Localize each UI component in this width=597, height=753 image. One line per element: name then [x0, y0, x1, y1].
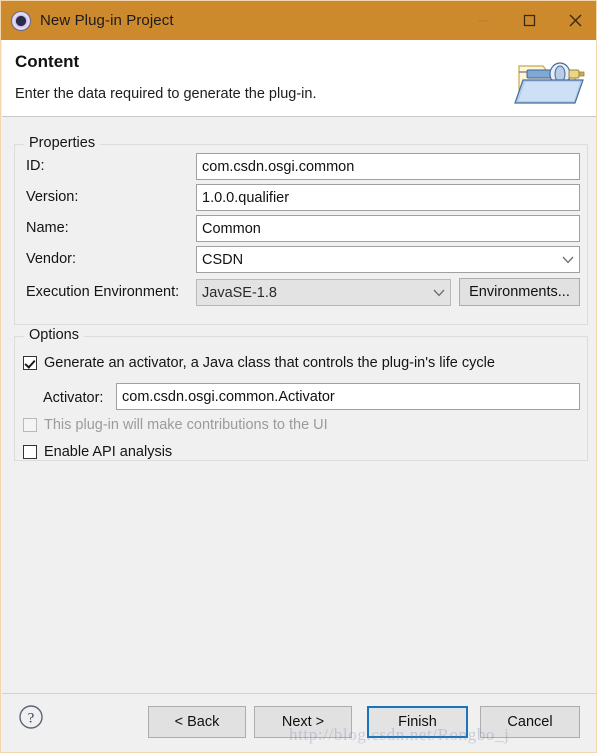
- window-title: New Plug-in Project: [40, 12, 174, 29]
- window-controls: [460, 1, 596, 40]
- chevron-down-icon: [428, 289, 450, 297]
- name-input[interactable]: [196, 215, 580, 242]
- options-group-label: Options: [24, 327, 84, 343]
- dialog-footer: ? < Back Next > Finish Cancel: [2, 693, 596, 752]
- ui-contributions-label: This plug-in will make contributions to …: [44, 417, 328, 433]
- title-bar: New Plug-in Project: [1, 1, 596, 40]
- next-button[interactable]: Next >: [254, 706, 352, 738]
- name-label: Name:: [26, 220, 69, 236]
- ui-contributions-checkbox: [23, 418, 37, 432]
- new-plugin-project-dialog: New Plug-in Project Content Enter the da…: [0, 0, 597, 753]
- finish-button[interactable]: Finish: [367, 706, 468, 738]
- help-question-icon[interactable]: ?: [18, 704, 44, 730]
- vendor-combo[interactable]: CSDN: [196, 246, 580, 273]
- svg-text:?: ?: [28, 711, 35, 727]
- page-title: Content: [15, 52, 80, 71]
- id-label: ID:: [26, 158, 45, 174]
- close-icon: [569, 14, 581, 27]
- maximize-button[interactable]: [506, 1, 552, 40]
- maximize-icon: [523, 14, 535, 27]
- activator-input[interactable]: [116, 383, 580, 410]
- properties-group-label: Properties: [24, 135, 101, 151]
- page-subtitle: Enter the data required to generate the …: [15, 86, 317, 102]
- execution-environment-combo[interactable]: JavaSE-1.8: [196, 279, 451, 306]
- execution-environment-value: JavaSE-1.8: [202, 284, 277, 301]
- version-label: Version:: [26, 189, 79, 205]
- plugin-gear-icon: [11, 10, 31, 31]
- vendor-combo-value: CSDN: [202, 251, 244, 268]
- ui-contributions-checkbox-row: This plug-in will make contributions to …: [23, 417, 328, 433]
- wizard-header: Content Enter the data required to gener…: [2, 40, 596, 117]
- api-analysis-checkbox-row[interactable]: Enable API analysis: [23, 444, 172, 460]
- close-button[interactable]: [552, 1, 596, 40]
- version-input[interactable]: [196, 184, 580, 211]
- minimize-icon: [478, 19, 488, 22]
- vendor-label: Vendor:: [26, 251, 76, 267]
- execution-environment-label: Execution Environment:: [26, 284, 180, 300]
- activator-label: Activator:: [43, 390, 104, 406]
- generate-activator-label: Generate an activator, a Java class that…: [44, 355, 495, 371]
- generate-activator-checkbox[interactable]: [23, 356, 37, 370]
- chevron-down-icon: [557, 256, 579, 264]
- api-analysis-checkbox[interactable]: [23, 445, 37, 459]
- minimize-button[interactable]: [460, 1, 506, 40]
- api-analysis-label: Enable API analysis: [44, 444, 173, 460]
- generate-activator-checkbox-row[interactable]: Generate an activator, a Java class that…: [23, 355, 495, 371]
- plugin-folder-icon: [514, 62, 585, 104]
- wizard-body: Properties ID: Version: Name: Vendor: Ex…: [2, 117, 596, 693]
- back-button[interactable]: < Back: [148, 706, 246, 738]
- cancel-button[interactable]: Cancel: [480, 706, 580, 738]
- id-input[interactable]: [196, 153, 580, 180]
- environments-button[interactable]: Environments...: [459, 278, 580, 306]
